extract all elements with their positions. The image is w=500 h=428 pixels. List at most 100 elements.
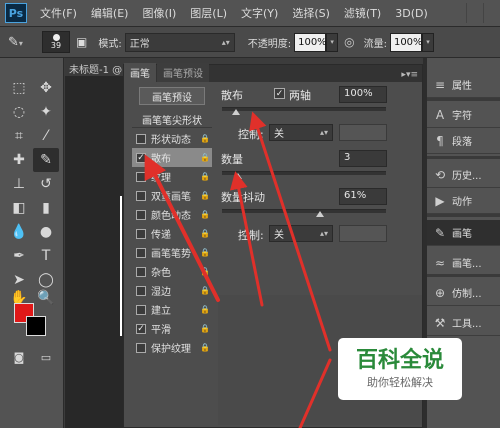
brush-option-row[interactable]: 双重画笔 🔒: [132, 186, 212, 205]
brush-panel-toggle-icon[interactable]: ▣: [76, 35, 87, 49]
eraser-tool-icon[interactable]: ◧: [6, 196, 32, 220]
menu-edit[interactable]: 编辑(E): [84, 5, 136, 21]
control2-select[interactable]: 关 ▴▾: [269, 225, 333, 242]
brush-option-checkbox[interactable]: [136, 190, 146, 201]
crop-tool-icon[interactable]: ⌗: [6, 124, 32, 148]
dodge-tool-icon[interactable]: ●: [33, 220, 59, 244]
both-axes-checkbox[interactable]: ✓: [274, 88, 285, 99]
brush-option-checkbox[interactable]: [136, 228, 146, 239]
blur-tool-icon[interactable]: 💧: [6, 220, 32, 244]
dock-item-actions[interactable]: ▶ 动作: [427, 188, 500, 214]
lock-icon[interactable]: 🔒: [200, 305, 210, 314]
brush-option-checkbox[interactable]: [136, 209, 146, 220]
quick-mask-icon[interactable]: ◙: [6, 345, 32, 369]
canvas-area[interactable]: [65, 76, 123, 428]
screen-mode-icon[interactable]: ▭: [33, 345, 59, 369]
minimize-button[interactable]: [466, 3, 483, 23]
flow-dropdown-icon[interactable]: ▾: [421, 32, 434, 52]
brush-option-row[interactable]: ✓ 散布 🔒: [132, 148, 212, 167]
lock-icon[interactable]: 🔒: [200, 324, 210, 333]
lock-icon[interactable]: 🔒: [200, 267, 210, 276]
scatter-value[interactable]: 100%: [339, 86, 387, 103]
lock-icon[interactable]: 🔒: [200, 343, 210, 352]
tab-brush-presets[interactable]: 画笔预设: [157, 63, 209, 82]
marquee-tool-icon[interactable]: ⬚: [6, 76, 32, 100]
brush-option-row[interactable]: 画笔笔势 🔒: [132, 243, 212, 262]
brush-option-row[interactable]: 传递 🔒: [132, 224, 212, 243]
brush-option-row[interactable]: 湿边 🔒: [132, 281, 212, 300]
brush-option-checkbox[interactable]: ✓: [136, 152, 146, 163]
panel-menu-icon[interactable]: ▸▾≡: [397, 68, 422, 82]
healing-brush-tool-icon[interactable]: ✚: [6, 148, 32, 172]
eyedropper-tool-icon[interactable]: ⁄: [33, 124, 59, 148]
zoom-tool-icon[interactable]: 🔍: [33, 286, 59, 310]
dock-item-properties[interactable]: ≡ 属性: [427, 72, 500, 98]
brush-size-picker[interactable]: 39: [42, 31, 70, 53]
brush-tool-preset-icon[interactable]: ✎▾: [8, 35, 36, 50]
brush-tool-icon[interactable]: ✎: [33, 148, 59, 172]
lasso-tool-icon[interactable]: ◌: [6, 100, 32, 124]
lock-icon[interactable]: 🔒: [200, 172, 210, 181]
lock-icon[interactable]: 🔒: [200, 191, 210, 200]
magic-wand-tool-icon[interactable]: ✦: [33, 100, 59, 124]
count-slider-thumb[interactable]: [234, 173, 242, 179]
menu-type[interactable]: 文字(Y): [234, 5, 285, 21]
scatter-slider-thumb[interactable]: [232, 109, 240, 115]
brush-option-checkbox[interactable]: [136, 133, 146, 144]
menu-select[interactable]: 选择(S): [285, 5, 337, 21]
brush-option-checkbox[interactable]: [136, 285, 146, 296]
clone-stamp-tool-icon[interactable]: ⊥: [6, 172, 32, 196]
brush-option-row[interactable]: 形状动态 🔒: [132, 129, 212, 148]
brush-tip-shape-header[interactable]: 画笔笔尖形状: [132, 112, 212, 128]
dock-item-brush-presets[interactable]: ≈ 画笔...: [427, 250, 500, 276]
tab-brush[interactable]: 画笔: [124, 63, 156, 82]
lock-icon[interactable]: 🔒: [200, 229, 210, 238]
dock-item-character[interactable]: A 字符: [427, 102, 500, 128]
dock-item-tool-presets[interactable]: ⚒ 工具...: [427, 310, 500, 336]
lock-icon[interactable]: 🔒: [200, 134, 210, 143]
menu-3d[interactable]: 3D(D): [388, 7, 435, 20]
flow-input[interactable]: 100%: [389, 32, 423, 52]
menu-image[interactable]: 图像(I): [135, 5, 183, 21]
count-jitter-slider-thumb[interactable]: [316, 211, 324, 217]
brush-option-checkbox[interactable]: [136, 171, 146, 182]
brush-option-checkbox[interactable]: [136, 247, 146, 258]
menu-layer[interactable]: 图层(L): [183, 5, 234, 21]
move-tool-icon[interactable]: ✥: [33, 76, 59, 100]
lock-icon[interactable]: 🔒: [200, 286, 210, 295]
opacity-dropdown-icon[interactable]: ▾: [326, 32, 339, 52]
brush-option-row[interactable]: 纹理 🔒: [132, 167, 212, 186]
dock-item-paragraph[interactable]: ¶ 段落: [427, 128, 500, 154]
brush-option-checkbox[interactable]: [136, 304, 146, 315]
count-value[interactable]: 3: [339, 150, 387, 167]
brush-option-row[interactable]: 颜色动态 🔒: [132, 205, 212, 224]
control-select[interactable]: 关 ▴▾: [269, 124, 333, 141]
pressure-opacity-icon[interactable]: ◎: [344, 35, 354, 49]
history-brush-tool-icon[interactable]: ↺: [33, 172, 59, 196]
lock-icon[interactable]: 🔒: [200, 248, 210, 257]
count-jitter-slider[interactable]: [222, 209, 386, 213]
brush-option-row[interactable]: 杂色 🔒: [132, 262, 212, 281]
type-tool-icon[interactable]: T: [33, 244, 59, 268]
dock-item-clone-source[interactable]: ⊕ 仿制...: [427, 280, 500, 306]
count-slider[interactable]: [222, 171, 386, 175]
dock-item-history[interactable]: ⟲ 历史...: [427, 162, 500, 188]
menu-file[interactable]: 文件(F): [33, 5, 84, 21]
document-tab[interactable]: 未标题-1 @: [65, 58, 130, 76]
brush-option-checkbox[interactable]: ✓: [136, 323, 146, 334]
count-jitter-value[interactable]: 61%: [339, 188, 387, 205]
mode-select[interactable]: 正常 ▴▾: [124, 32, 235, 52]
pen-tool-icon[interactable]: ✒: [6, 244, 32, 268]
menu-filter[interactable]: 滤镜(T): [337, 5, 388, 21]
dock-item-brush[interactable]: ✎ 画笔: [427, 220, 500, 246]
brush-option-row[interactable]: 建立 🔒: [132, 300, 212, 319]
lock-icon[interactable]: 🔒: [200, 153, 210, 162]
background-color-swatch[interactable]: [26, 316, 46, 336]
brush-option-checkbox[interactable]: [136, 266, 146, 277]
gradient-tool-icon[interactable]: ▮: [33, 196, 59, 220]
lock-icon[interactable]: 🔒: [200, 210, 210, 219]
maximize-button[interactable]: [483, 3, 500, 23]
brush-presets-button[interactable]: 画笔预设: [139, 87, 205, 105]
scatter-slider[interactable]: [222, 107, 386, 111]
brush-option-row[interactable]: 保护纹理 🔒: [132, 338, 212, 357]
